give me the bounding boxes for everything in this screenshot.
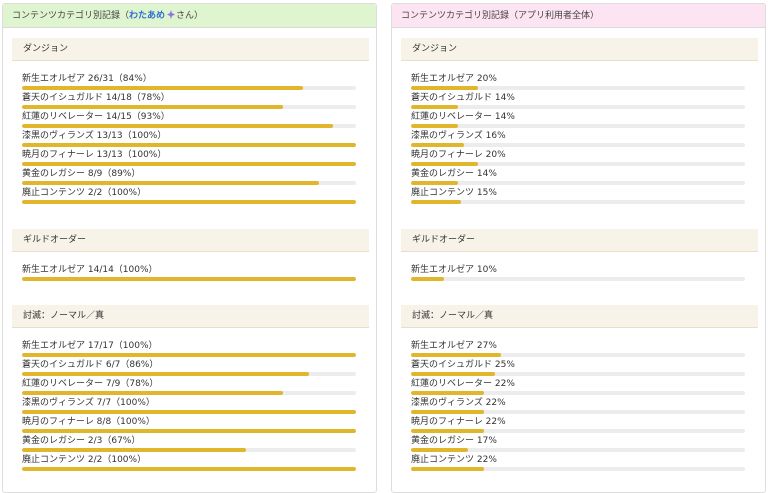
progress-track — [411, 200, 745, 204]
record-label: 黄金のレガシー 17% — [411, 436, 497, 446]
record-row: 廃止コンテンツ 15% — [411, 185, 747, 204]
progress-track — [22, 277, 356, 281]
section-guild-order: ギルドオーダー 新生エオルゼア 10% — [401, 229, 758, 284]
record-row: 暁月のフィナーレ 22% — [411, 414, 747, 433]
progress-fill — [411, 200, 462, 204]
record-label: 暁月のフィナーレ 20% — [411, 150, 506, 160]
section-title: ダンジョン — [12, 38, 369, 61]
progress-track — [411, 277, 745, 281]
record-row: 新生エオルゼア 26/31（84%） — [22, 71, 358, 90]
owner-name-link[interactable]: わたあめ — [129, 11, 165, 21]
progress-fill — [411, 277, 445, 281]
record-label: 新生エオルゼア 14/14（100%） — [22, 265, 158, 275]
record-row: 漆黒のヴィランズ 7/7（100%） — [22, 395, 358, 414]
section-title: ダンジョン — [401, 38, 758, 61]
record-label: 蒼天のイシュガルド 14/18（78%） — [22, 93, 170, 103]
title-suffix: さん） — [176, 11, 204, 21]
record-row: 蒼天のイシュガルド 14/18（78%） — [22, 90, 358, 109]
record-row: 新生エオルゼア 14/14（100%） — [22, 262, 358, 281]
record-label: 蒼天のイシュガルド 25% — [411, 360, 515, 370]
record-label: 暁月のフィナーレ 8/8（100%） — [22, 417, 155, 427]
record-row: 新生エオルゼア 17/17（100%） — [22, 338, 358, 357]
record-row: 蒼天のイシュガルド 6/7（86%） — [22, 357, 358, 376]
sparkle-avatar-icon — [167, 5, 176, 19]
record-row: 紅蓮のリベレーター 14/15（93%） — [22, 109, 358, 128]
record-label: 漆黒のヴィランズ 22% — [411, 398, 506, 408]
record-row: 紅蓮のリベレーター 14% — [411, 109, 747, 128]
record-label: 紅蓮のリベレーター 14% — [411, 112, 515, 122]
section-guild-order: ギルドオーダー 新生エオルゼア 14/14（100%） — [12, 229, 369, 284]
section-dungeon: ダンジョン 新生エオルゼア 20% 蒼天のイシュガルド 14% 紅蓮のリベレーター … — [401, 38, 758, 208]
record-label: 蒼天のイシュガルド 14% — [411, 93, 515, 103]
record-row: 漆黒のヴィランズ 16% — [411, 128, 747, 147]
record-row: 黄金のレガシー 2/3（67%） — [22, 433, 358, 452]
section-title: ギルドオーダー — [12, 229, 369, 252]
record-label: 新生エオルゼア 27% — [411, 341, 497, 351]
record-label: 新生エオルゼア 20% — [411, 74, 497, 84]
record-row: 黄金のレガシー 8/9（89%） — [22, 166, 358, 185]
record-label: 蒼天のイシュガルド 6/7（86%） — [22, 360, 159, 370]
progress-fill — [22, 277, 356, 281]
section-title: ギルドオーダー — [401, 229, 758, 252]
record-row: 蒼天のイシュガルド 25% — [411, 357, 747, 376]
section-title: 討滅：ノーマル／真 — [401, 305, 758, 328]
record-label: 紅蓮のリベレーター 14/15（93%） — [22, 112, 170, 122]
record-row: 紅蓮のリベレーター 22% — [411, 376, 747, 395]
record-row: 暁月のフィナーレ 13/13（100%） — [22, 147, 358, 166]
record-label: 暁月のフィナーレ 22% — [411, 417, 506, 427]
record-label: 黄金のレガシー 14% — [411, 169, 497, 179]
record-label: 漆黒のヴィランズ 16% — [411, 131, 506, 141]
section-dungeon: ダンジョン 新生エオルゼア 26/31（84%） 蒼天のイシュガルド 14/18（… — [12, 38, 369, 208]
progress-track — [22, 200, 356, 204]
panel-title: コンテンツカテゴリ別記録（わたあめ さん） — [3, 4, 376, 28]
record-label: 廃止コンテンツ 22% — [411, 455, 497, 465]
record-row: 漆黒のヴィランズ 13/13（100%） — [22, 128, 358, 147]
record-label: 漆黒のヴィランズ 13/13（100%） — [22, 131, 167, 141]
progress-fill — [22, 467, 356, 471]
user-records-panel: コンテンツカテゴリ別記録（わたあめ さん） ダンジョン 新生エオルゼア 26/31… — [2, 3, 377, 493]
record-row: 漆黒のヴィランズ 22% — [411, 395, 747, 414]
record-label: 黄金のレガシー 8/9（89%） — [22, 169, 141, 179]
record-row: 暁月のフィナーレ 20% — [411, 147, 747, 166]
record-label: 廃止コンテンツ 2/2（100%） — [22, 455, 147, 465]
record-row: 蒼天のイシュガルド 14% — [411, 90, 747, 109]
record-label: 新生エオルゼア 10% — [411, 265, 497, 275]
record-row: 新生エオルゼア 10% — [411, 262, 747, 281]
record-row: 廃止コンテンツ 2/2（100%） — [22, 185, 358, 204]
progress-track — [411, 467, 745, 471]
record-label: 暁月のフィナーレ 13/13（100%） — [22, 150, 167, 160]
record-row: 紅蓮のリベレーター 7/9（78%） — [22, 376, 358, 395]
record-label: 紅蓮のリベレーター 22% — [411, 379, 515, 389]
record-row: 新生エオルゼア 20% — [411, 71, 747, 90]
record-label: 新生エオルゼア 26/31（84%） — [22, 74, 152, 84]
progress-track — [22, 467, 356, 471]
record-label: 漆黒のヴィランズ 7/7（100%） — [22, 398, 155, 408]
panel-title: コンテンツカテゴリ別記録（アプリ利用者全体） — [392, 4, 765, 28]
progress-fill — [22, 200, 356, 204]
record-label: 黄金のレガシー 2/3（67%） — [22, 436, 141, 446]
record-row: 黄金のレガシー 14% — [411, 166, 747, 185]
record-label: 新生エオルゼア 17/17（100%） — [22, 341, 158, 351]
record-row: 暁月のフィナーレ 8/8（100%） — [22, 414, 358, 433]
progress-fill — [411, 467, 485, 471]
record-label: 廃止コンテンツ 15% — [411, 188, 497, 198]
record-row: 新生エオルゼア 27% — [411, 338, 747, 357]
all-users-records-panel: コンテンツカテゴリ別記録（アプリ利用者全体） ダンジョン 新生エオルゼア 20%… — [391, 3, 766, 493]
section-title: 討滅：ノーマル／真 — [12, 305, 369, 328]
record-label: 廃止コンテンツ 2/2（100%） — [22, 188, 147, 198]
record-label: 紅蓮のリベレーター 7/9（78%） — [22, 379, 159, 389]
record-row: 黄金のレガシー 17% — [411, 433, 747, 452]
record-row: 廃止コンテンツ 2/2（100%） — [22, 452, 358, 471]
section-trials: 討滅：ノーマル／真 新生エオルゼア 17/17（100%） 蒼天のイシュガルド 6… — [12, 305, 369, 475]
title-prefix: コンテンツカテゴリ別記録（ — [12, 11, 130, 21]
record-row: 廃止コンテンツ 22% — [411, 452, 747, 471]
section-trials: 討滅：ノーマル／真 新生エオルゼア 27% 蒼天のイシュガルド 25% 紅蓮のリベレ… — [401, 305, 758, 475]
